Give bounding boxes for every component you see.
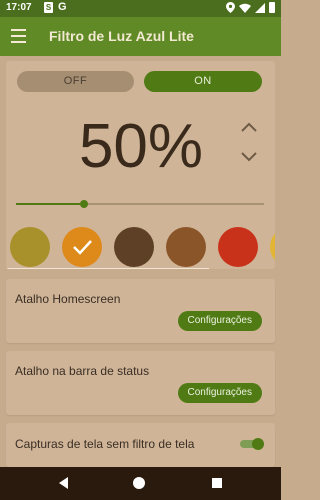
battery-icon [269, 2, 275, 13]
app-toolbar: Filtro de Luz Azul Lite [0, 17, 281, 56]
wifi-icon [239, 3, 251, 13]
color-swatch[interactable] [218, 227, 258, 267]
color-swatch[interactable] [166, 227, 206, 267]
color-swatch[interactable] [10, 227, 50, 267]
intensity-percent: 50% [78, 112, 204, 181]
system-nav-bar [0, 467, 281, 500]
app-title: Filtro de Luz Azul Lite [49, 28, 194, 44]
swatch-scroll-indicator [6, 268, 209, 269]
intensity-slider-thumb[interactable] [80, 200, 88, 208]
screenshot-switch-thumb[interactable] [252, 438, 264, 450]
recents-square-icon[interactable] [212, 478, 222, 488]
checkmark-icon [73, 240, 92, 255]
color-swatch[interactable] [270, 227, 275, 267]
statusbar-settings-button[interactable]: Configurações [177, 383, 262, 403]
chevron-down-icon[interactable] [240, 151, 258, 163]
back-triangle-icon[interactable] [57, 476, 71, 490]
statusbar-shortcut-label: Atalho na barra de status [15, 364, 150, 378]
hamburger-menu-icon[interactable] [11, 29, 26, 43]
location-icon [226, 2, 235, 13]
chevron-up-icon[interactable] [240, 121, 258, 133]
color-swatch[interactable] [62, 227, 102, 267]
homescreen-shortcut-label: Atalho Homescreen [15, 292, 121, 306]
google-icon: G [58, 1, 67, 13]
sim-card-icon: S [44, 1, 53, 13]
intensity-slider-fill [16, 203, 84, 205]
status-bar: 17:07 S G [0, 0, 281, 17]
screenshot-toggle-label: Capturas de tela sem filtro de tela [15, 437, 195, 451]
screenshot-toggle-card: Capturas de tela sem filtro de tela [6, 423, 275, 467]
filter-card: OFF ON 50% [6, 61, 275, 269]
status-time: 17:07 [6, 2, 32, 13]
color-swatch[interactable] [114, 227, 154, 267]
home-circle-icon[interactable] [133, 477, 145, 489]
signal-icon [255, 2, 265, 13]
homescreen-shortcut-card: Atalho Homescreen Configurações [6, 279, 275, 343]
homescreen-settings-button[interactable]: Configurações [177, 311, 262, 331]
statusbar-shortcut-card: Atalho na barra de status Configurações [6, 351, 275, 415]
off-button[interactable]: OFF [17, 71, 134, 92]
on-button[interactable]: ON [144, 71, 262, 92]
